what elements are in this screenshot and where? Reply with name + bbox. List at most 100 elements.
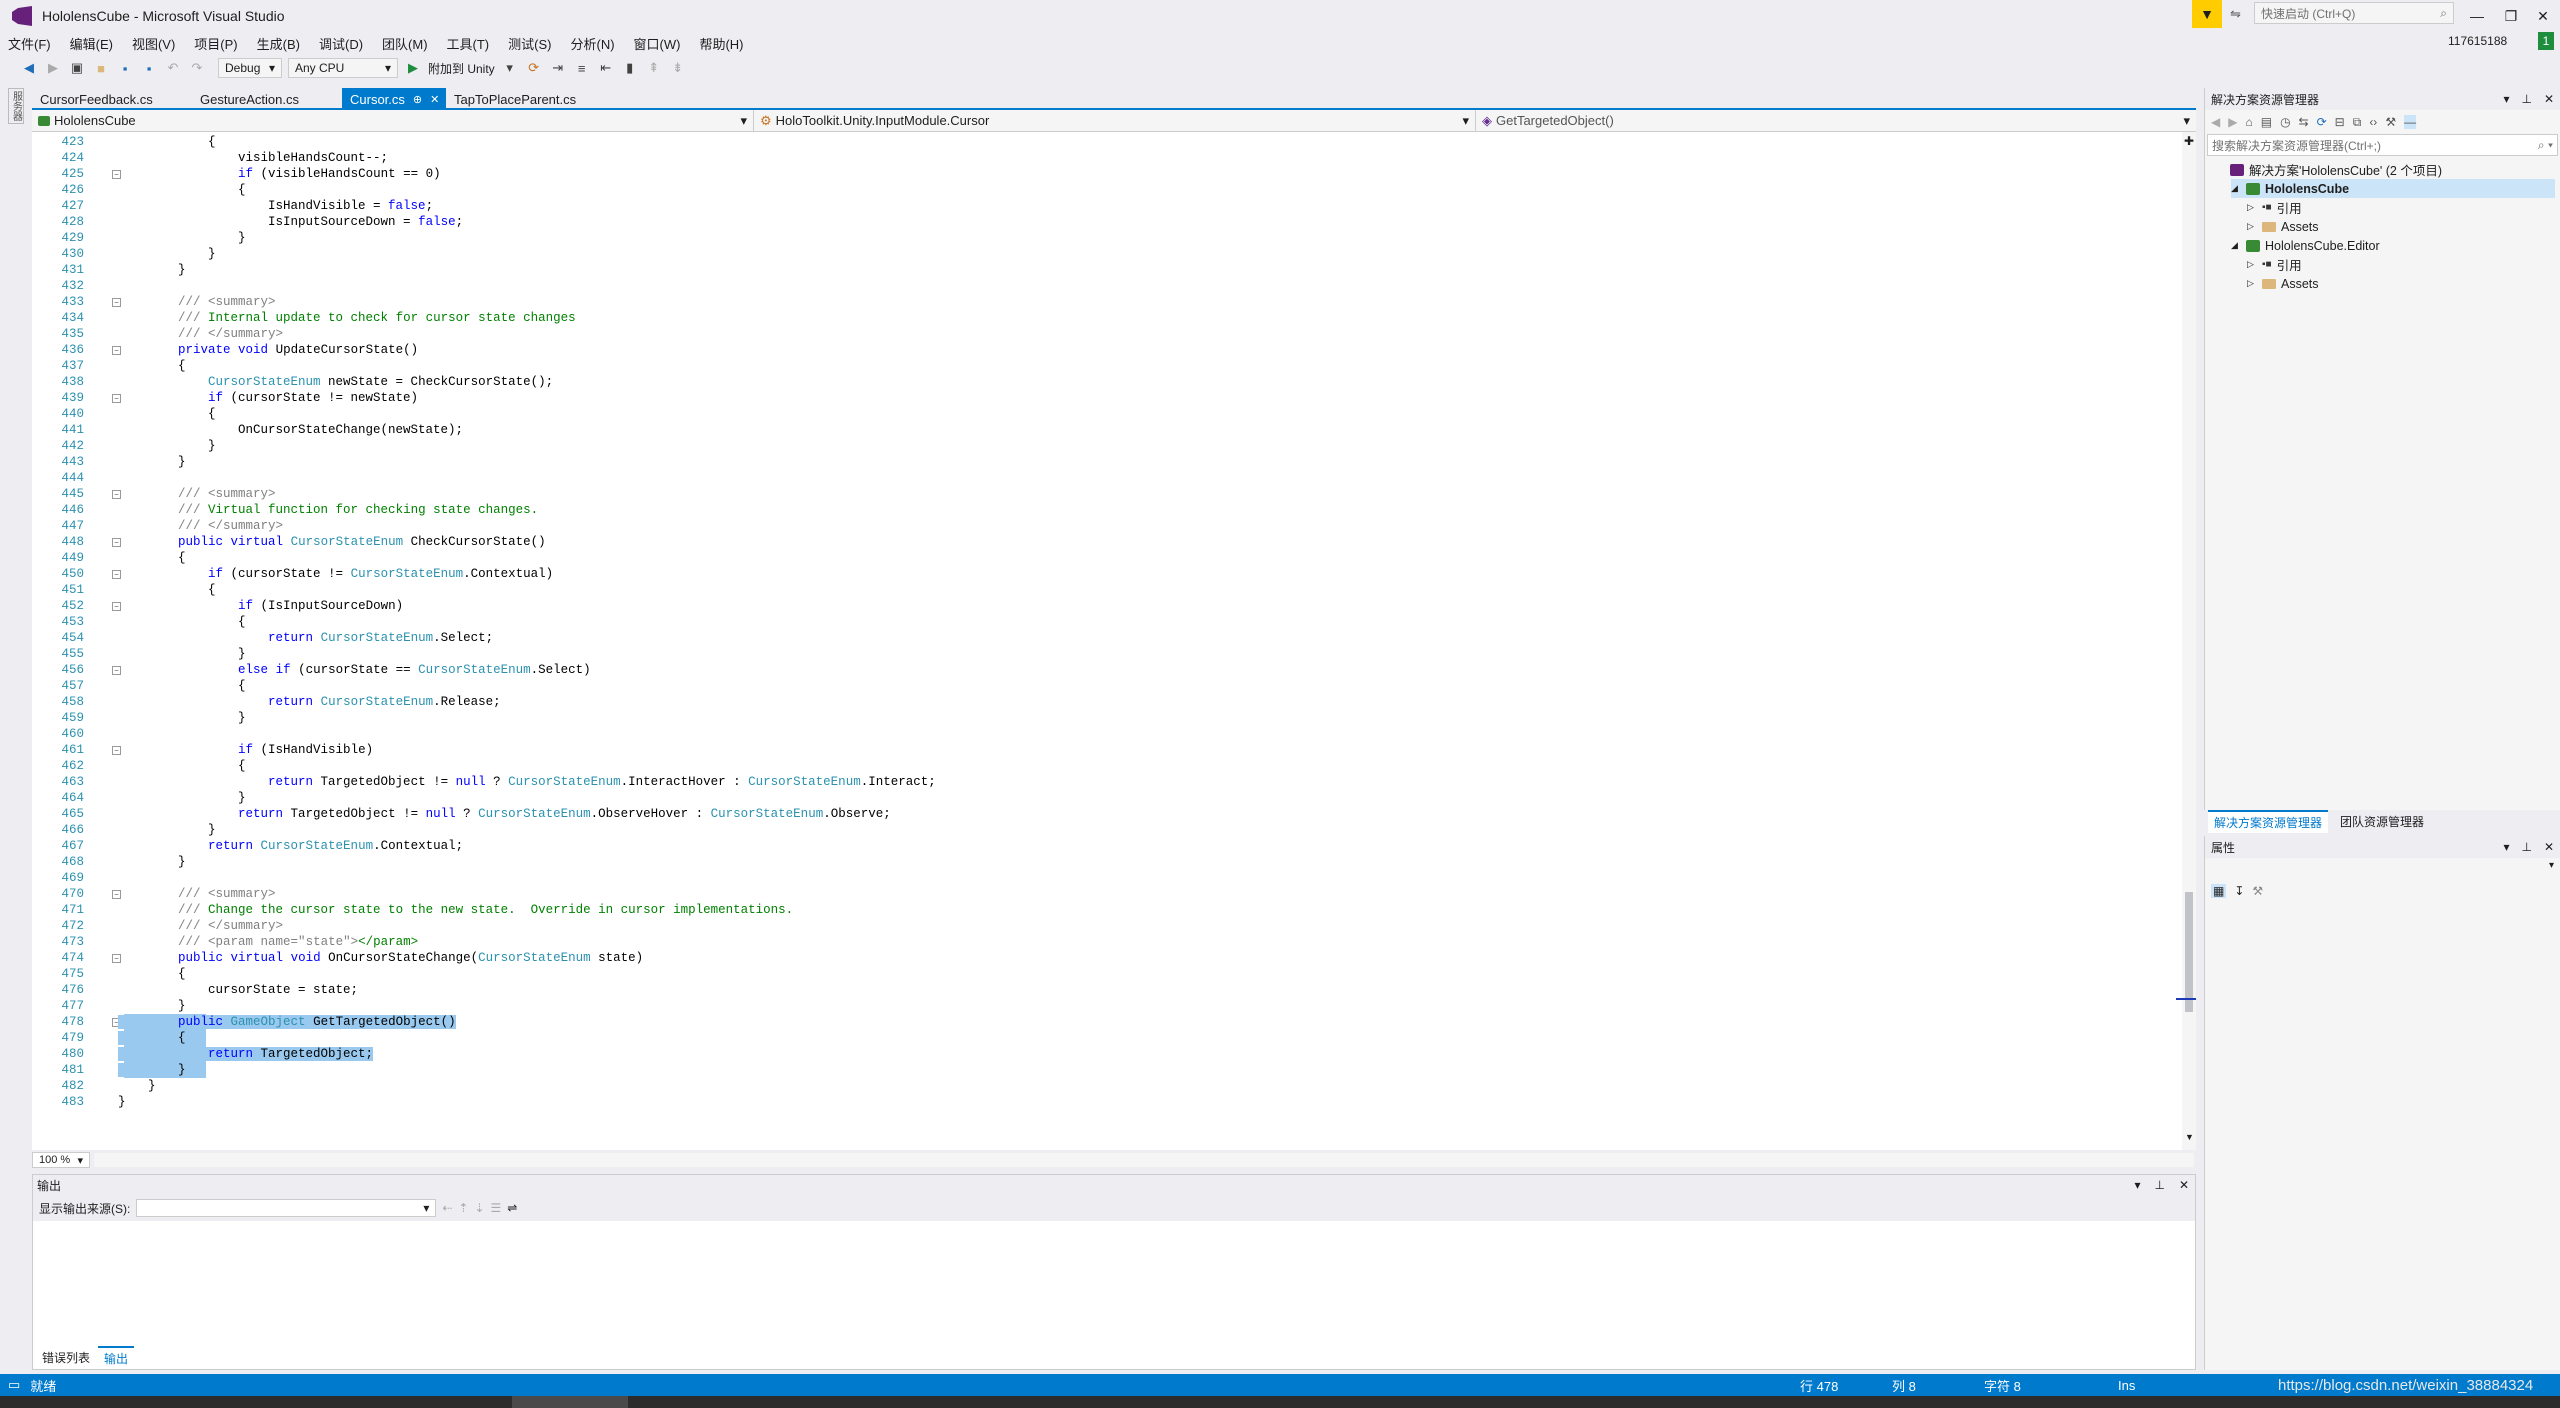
view-code-icon[interactable]: ‹› bbox=[2369, 115, 2377, 129]
code-line[interactable]: /// </summary> bbox=[118, 518, 283, 534]
code-line[interactable]: return CursorStateEnum.Contextual; bbox=[118, 838, 463, 854]
property-pages-icon[interactable]: ⚒ bbox=[2252, 884, 2263, 898]
save-all-icon[interactable]: ▪ bbox=[140, 59, 158, 77]
comment-icon[interactable]: ≡ bbox=[573, 59, 591, 77]
chevron-down-icon[interactable]: ▾ bbox=[2503, 840, 2509, 854]
back-icon[interactable]: ◀ bbox=[20, 59, 38, 77]
expanded-arrow-icon[interactable]: ◢ bbox=[2231, 240, 2241, 251]
solution-search-input[interactable]: 搜索解决方案资源管理器(Ctrl+;) ⌕ ▾ bbox=[2207, 134, 2558, 156]
platform-select[interactable]: Any CPU ▾ bbox=[288, 58, 398, 78]
code-line[interactable]: { bbox=[118, 134, 216, 150]
tree-item-ref[interactable]: ▷ ▪■ 引用 bbox=[2247, 198, 2302, 217]
close-icon[interactable]: ✕ bbox=[2544, 92, 2554, 106]
code-line[interactable]: { bbox=[118, 550, 186, 566]
alphabetical-icon[interactable]: ↧ bbox=[2234, 884, 2244, 898]
code-line[interactable]: cursorState = state; bbox=[118, 982, 358, 998]
pin-tab-icon[interactable]: ⊕ bbox=[413, 93, 422, 106]
collapsed-arrow-icon[interactable]: ▷ bbox=[2247, 221, 2257, 232]
bookmark-icon[interactable]: ▮ bbox=[621, 59, 639, 77]
chevron-down-icon[interactable]: ▾ bbox=[501, 59, 519, 77]
code-line[interactable]: IsHandVisible = false; bbox=[118, 198, 433, 214]
play-icon[interactable]: ▶ bbox=[404, 59, 422, 77]
code-line[interactable]: } bbox=[118, 454, 186, 470]
code-line[interactable]: if (cursorState != newState) bbox=[118, 390, 418, 406]
forward-icon[interactable]: ▶ bbox=[2228, 115, 2237, 129]
code-line[interactable]: IsInputSourceDown = false; bbox=[118, 214, 463, 230]
categorized-icon[interactable]: ▦ bbox=[2211, 884, 2227, 898]
code-line[interactable]: private void UpdateCursorState() bbox=[118, 342, 418, 358]
horizontal-scrollbar[interactable] bbox=[94, 1153, 2194, 1167]
code-line[interactable]: if (IsInputSourceDown) bbox=[118, 598, 403, 614]
code-line[interactable]: /// Change the cursor state to the new s… bbox=[118, 902, 793, 918]
code-line[interactable]: return TargetedObject; bbox=[118, 1046, 374, 1062]
undo-icon[interactable]: ↶ bbox=[164, 59, 182, 77]
tree-item-project[interactable]: ◢ HololensCube bbox=[2231, 179, 2555, 198]
properties-icon[interactable]: ⚒ bbox=[2385, 115, 2396, 129]
chevron-down-icon[interactable]: ▾ bbox=[2503, 92, 2509, 106]
code-line[interactable]: if (IsHandVisible) bbox=[118, 742, 373, 758]
code-line[interactable]: /// </summary> bbox=[118, 918, 283, 934]
menu-item-1[interactable]: 编辑(E) bbox=[70, 34, 113, 53]
close-icon[interactable]: ✕ bbox=[2544, 840, 2554, 854]
code-line[interactable]: } bbox=[118, 1062, 186, 1078]
type-dropdown[interactable]: ⚙ HoloToolkit.Unity.InputModule.Cursor ▾ bbox=[754, 110, 1476, 131]
close-button[interactable]: ✕ bbox=[2526, 0, 2560, 32]
account-id[interactable]: 117615188 bbox=[2448, 34, 2507, 48]
code-line[interactable]: /// <summary> bbox=[118, 886, 276, 902]
tree-item-project[interactable]: ◢ HololensCube.Editor bbox=[2231, 236, 2380, 255]
code-line[interactable]: public virtual void OnCursorStateChange(… bbox=[118, 950, 643, 966]
collapsed-arrow-icon[interactable]: ▷ bbox=[2247, 278, 2257, 289]
menu-item-10[interactable]: 窗口(W) bbox=[634, 34, 681, 53]
sync-icon[interactable]: ⇆ bbox=[2299, 115, 2309, 129]
prev-message-icon[interactable]: ⇡ bbox=[458, 1201, 468, 1215]
member-dropdown[interactable]: ◈ GetTargetedObject() ▾ bbox=[1476, 110, 2196, 131]
code-line[interactable]: { bbox=[118, 182, 246, 198]
redo-icon[interactable]: ↷ bbox=[188, 59, 206, 77]
menu-item-11[interactable]: 帮助(H) bbox=[699, 34, 743, 53]
code-line[interactable]: /// <summary> bbox=[118, 294, 276, 310]
restore-button[interactable]: ❐ bbox=[2494, 0, 2528, 32]
preview-icon[interactable]: — bbox=[2404, 115, 2417, 129]
collapsed-arrow-icon[interactable]: ▷ bbox=[2247, 202, 2257, 213]
code-line[interactable]: { bbox=[118, 614, 246, 630]
code-line[interactable]: OnCursorStateChange(newState); bbox=[118, 422, 463, 438]
code-line[interactable]: public GameObject GetTargetedObject() bbox=[118, 1014, 456, 1030]
code-line[interactable]: /// </summary> bbox=[118, 326, 283, 342]
server-explorer-tab[interactable]: 服务器 bbox=[8, 88, 24, 124]
pin-icon[interactable]: ⊥ bbox=[2154, 1178, 2164, 1192]
minimize-button[interactable]: — bbox=[2460, 0, 2494, 32]
code-line[interactable]: { bbox=[118, 358, 186, 374]
find-message-icon[interactable]: ⇠ bbox=[442, 1201, 452, 1215]
save-icon[interactable]: ▪ bbox=[116, 59, 134, 77]
feedback-icon[interactable]: ⇋ bbox=[2230, 6, 2241, 22]
code-line[interactable]: /// Internal update to check for cursor … bbox=[118, 310, 576, 326]
code-line[interactable]: } bbox=[118, 1094, 126, 1110]
menu-item-6[interactable]: 团队(M) bbox=[382, 34, 428, 53]
pin-icon[interactable]: ⊥ bbox=[2521, 840, 2531, 854]
code-line[interactable]: } bbox=[118, 262, 186, 278]
menu-item-0[interactable]: 文件(F) bbox=[8, 34, 51, 53]
tree-item-ref[interactable]: ▷ ▪■ 引用 bbox=[2247, 255, 2302, 274]
tab-gestureaction-cs[interactable]: GestureAction.cs bbox=[192, 88, 342, 110]
tree-item-folder[interactable]: ▷ Assets bbox=[2247, 217, 2319, 236]
back-icon[interactable]: ◀ bbox=[2211, 115, 2220, 129]
code-line[interactable]: if (cursorState != CursorStateEnum.Conte… bbox=[118, 566, 553, 582]
code-line[interactable]: CursorStateEnum newState = CheckCursorSt… bbox=[118, 374, 553, 390]
properties-object-select[interactable]: ▾ bbox=[2207, 860, 2558, 878]
code-line[interactable]: } bbox=[118, 646, 246, 662]
code-line[interactable]: if (visibleHandsCount == 0) bbox=[118, 166, 441, 182]
code-line[interactable]: } bbox=[118, 230, 246, 246]
home-icon[interactable]: ⌂ bbox=[2245, 115, 2252, 129]
code-line[interactable]: /// <param name="state"></param> bbox=[118, 934, 418, 950]
tab-cursorfeedback-cs[interactable]: CursorFeedback.cs bbox=[32, 88, 192, 110]
output-source-select[interactable]: ▾ bbox=[136, 1199, 437, 1217]
config-select[interactable]: Debug ▾ bbox=[218, 58, 282, 78]
tab-output[interactable]: 输出 bbox=[98, 1345, 135, 1369]
tab-cursor-cs[interactable]: Cursor.cs ⊕ ✕ bbox=[342, 88, 446, 110]
expanded-arrow-icon[interactable]: ◢ bbox=[2231, 183, 2241, 194]
taskbar-active-item[interactable] bbox=[512, 1396, 628, 1408]
code-line[interactable]: } bbox=[118, 246, 216, 262]
collapsed-arrow-icon[interactable]: ▷ bbox=[2247, 259, 2257, 270]
quick-launch-input[interactable]: 快速启动 (Ctrl+Q) ⌕ bbox=[2254, 2, 2454, 24]
tree-item-solution[interactable]: 解决方案'HololensCube' (2 个项目) bbox=[2215, 160, 2442, 179]
